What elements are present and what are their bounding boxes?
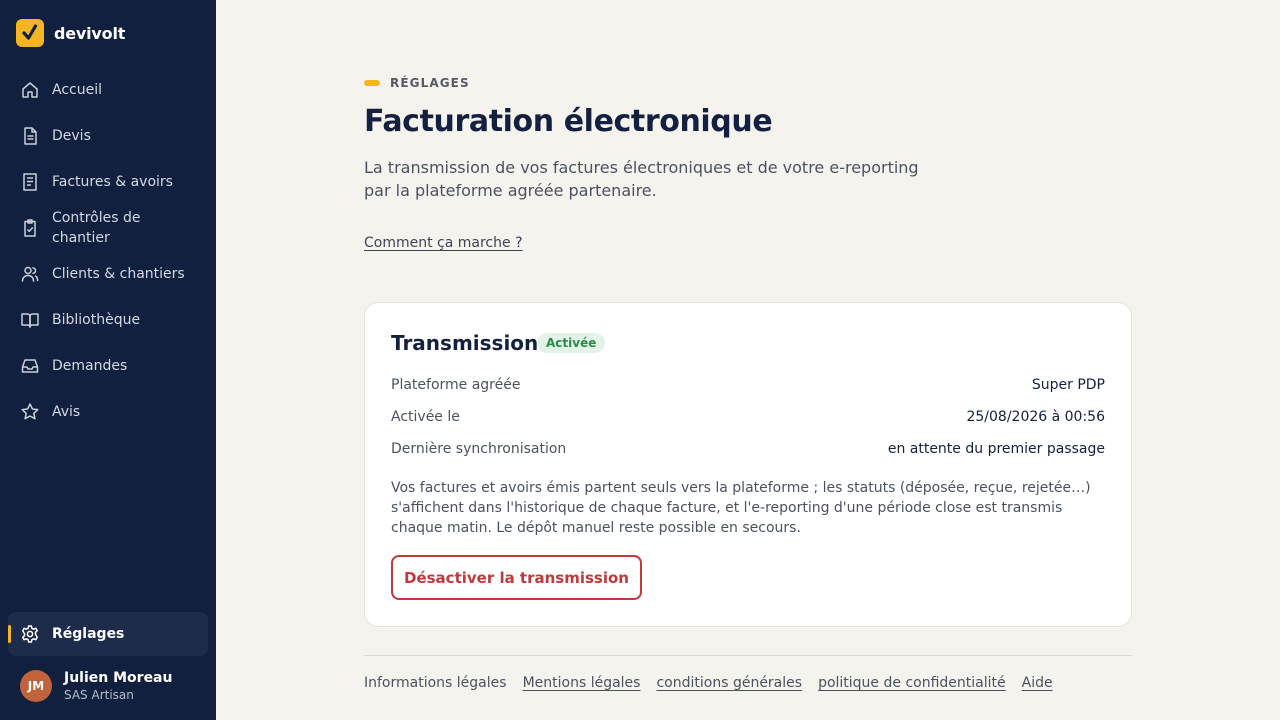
sidebar-item-label: Bibliothèque [52, 312, 141, 328]
page-subtitle: La transmission de vos factures électron… [364, 158, 919, 200]
book-icon [20, 310, 40, 330]
deactivate-transmission-button[interactable]: Désactiver la transmission [391, 555, 642, 600]
section-eyebrow: RÉGLAGES [364, 76, 470, 90]
info-row-last-sync: Dernière synchronisation en attente du p… [391, 441, 1105, 461]
info-value: en attente du premier passage [887, 441, 1105, 457]
invoice-icon [20, 172, 40, 192]
info-label: Activée le [391, 409, 460, 425]
sidebar-item-clients[interactable]: Clients & chantiers [8, 264, 208, 284]
brand[interactable]: devivolt [16, 19, 125, 47]
status-badge: Activée [537, 333, 606, 353]
footer-link-privacy[interactable]: politique de confidentialité [818, 675, 1006, 691]
sidebar-item-bibliotheque[interactable]: Bibliothèque [8, 310, 208, 330]
user-name: Julien Moreau [64, 670, 173, 686]
sidebar-item-label: Demandes [52, 358, 128, 374]
footer-divider [364, 655, 1132, 656]
sidebar: devivolt Accueil Devis Factures & avoirs… [0, 0, 216, 720]
info-label: Plateforme agréée [391, 377, 521, 393]
footer: Informations légales Mentions légales co… [364, 675, 1069, 691]
star-icon [20, 402, 40, 422]
help-link[interactable]: Comment ça marche ? [364, 235, 523, 251]
home-icon [20, 80, 40, 100]
brand-logo-icon [16, 19, 44, 47]
info-label: Dernière synchronisation [391, 441, 567, 457]
brand-name: devivolt [54, 23, 126, 43]
sidebar-item-demandes[interactable]: Demandes [8, 356, 208, 376]
footer-link-mentions[interactable]: Mentions légales [523, 675, 641, 691]
sidebar-item-label: Factures & avoirs [52, 174, 173, 190]
avatar: JM [20, 670, 52, 702]
inbox-icon [20, 356, 40, 376]
sidebar-item-label: Clients & chantiers [52, 266, 185, 282]
app-root: devivolt Accueil Devis Factures & avoirs… [0, 0, 1280, 720]
info-value: Super PDP [1031, 377, 1105, 393]
active-indicator [8, 625, 11, 643]
user-company: SAS Artisan [64, 688, 134, 702]
sidebar-item-controles[interactable]: Contrôles de chantier [8, 208, 208, 248]
sidebar-item-label: Accueil [52, 82, 102, 98]
footer-legal-info: Informations légales [364, 675, 507, 691]
eyebrow-accent [364, 80, 380, 86]
card-title: Transmission [391, 331, 539, 355]
transmission-card: Transmission Activée Plateforme agréée S… [364, 302, 1132, 627]
clipboard-check-icon [20, 218, 40, 238]
sidebar-item-label: Réglages [52, 626, 125, 642]
sidebar-item-label: Devis [52, 128, 91, 144]
info-row-activated: Activée le 25/08/2026 à 00:56 [391, 409, 1105, 429]
sidebar-item-devis[interactable]: Devis [8, 126, 208, 146]
sidebar-item-avis[interactable]: Avis [8, 402, 208, 422]
sidebar-item-reglages[interactable]: Réglages [8, 612, 208, 656]
sidebar-item-label: Contrôles de chantier [52, 210, 141, 246]
document-icon [20, 126, 40, 146]
users-icon [20, 264, 40, 284]
info-value: 25/08/2026 à 00:56 [966, 409, 1105, 425]
user-profile[interactable]: JM Julien Moreau SAS Artisan [20, 670, 210, 704]
sidebar-item-label: Avis [52, 404, 81, 420]
footer-link-help[interactable]: Aide [1022, 675, 1053, 691]
sidebar-item-accueil[interactable]: Accueil [8, 80, 208, 100]
sidebar-item-factures[interactable]: Factures & avoirs [8, 172, 208, 192]
gear-icon [20, 624, 40, 644]
info-row-platform: Plateforme agréée Super PDP [391, 377, 1105, 397]
eyebrow-label: RÉGLAGES [390, 76, 470, 90]
transmission-note: Vos factures et avoirs émis partent seul… [391, 480, 1091, 536]
footer-link-conditions[interactable]: conditions générales [656, 675, 802, 691]
main-content: RÉGLAGES Facturation électronique La tra… [216, 0, 1280, 720]
page-title: Facturation électronique [364, 104, 773, 139]
